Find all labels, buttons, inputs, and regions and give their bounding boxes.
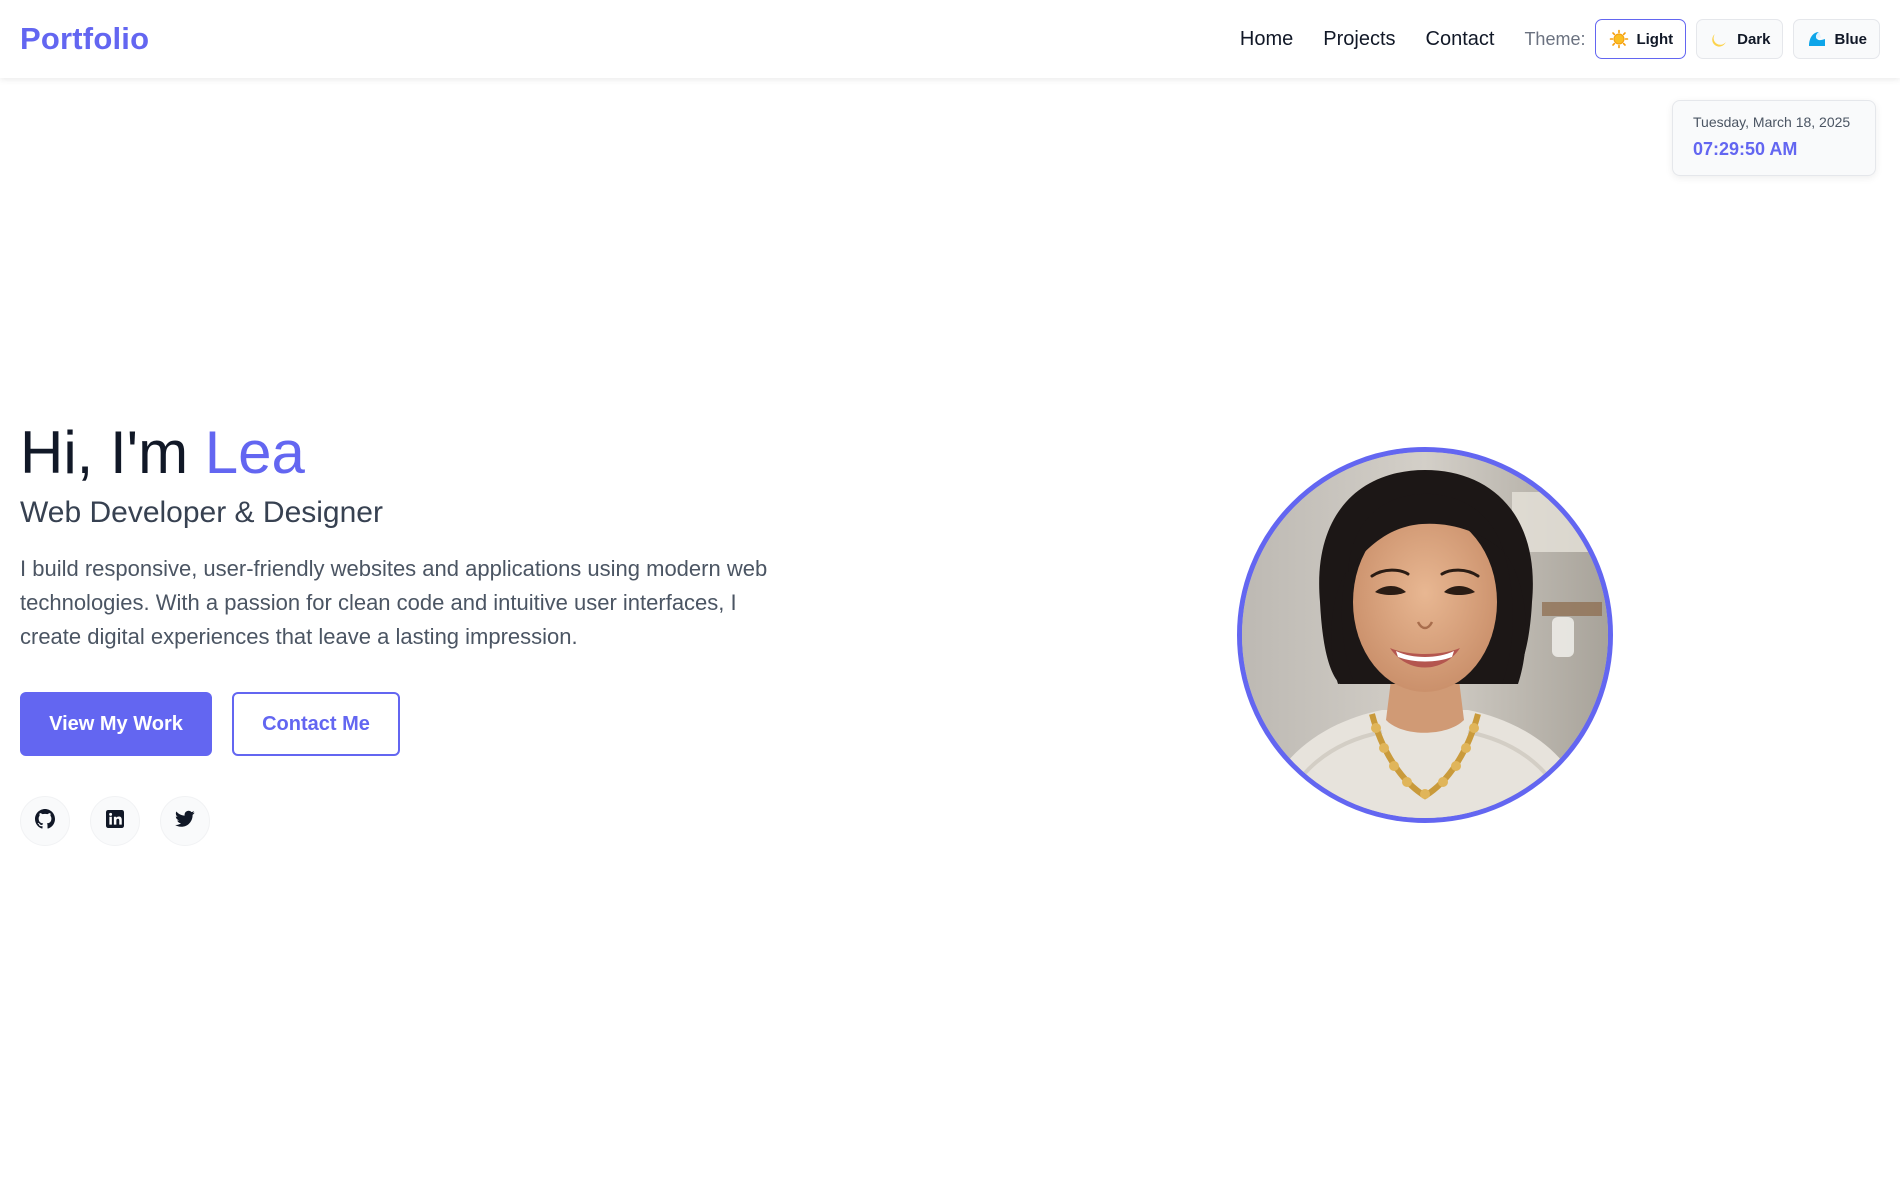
linkedin-icon: [106, 809, 124, 833]
contact-me-button[interactable]: Contact Me: [232, 692, 400, 756]
profile-photo: [1237, 447, 1613, 823]
theme-blue-label: Blue: [1834, 30, 1867, 48]
github-icon: [35, 808, 55, 834]
profile-illustration: [1242, 452, 1608, 818]
github-link[interactable]: [20, 796, 70, 846]
theme-label: Theme:: [1524, 28, 1586, 49]
theme-light-button[interactable]: Light: [1595, 19, 1687, 59]
clock-date: Tuesday, March 18, 2025: [1693, 114, 1851, 130]
theme-blue-button[interactable]: Blue: [1793, 19, 1880, 59]
hero-heading: Hi, I'm Lea: [20, 418, 780, 488]
social-links: [20, 796, 780, 846]
site-logo[interactable]: Portfolio: [20, 21, 149, 57]
wave-icon: [1806, 28, 1828, 50]
sun-icon: [1608, 28, 1630, 50]
main-nav: Home Projects Contact Theme: Light Dark …: [1240, 19, 1880, 59]
hero-description: I build responsive, user-friendly websit…: [20, 556, 768, 649]
nav-contact[interactable]: Contact: [1426, 28, 1495, 51]
hero-section: Hi, I'm Lea Web Developer & Designer I b…: [20, 418, 780, 846]
theme-dark-label: Dark: [1737, 30, 1771, 48]
datetime-widget: Tuesday, March 18, 2025 07:29:50 AM: [1672, 100, 1876, 176]
twitter-link[interactable]: [160, 796, 210, 846]
theme-dark-button[interactable]: Dark: [1696, 19, 1784, 59]
clock-time: 07:29:50 AM: [1693, 139, 1798, 159]
view-my-work-button[interactable]: View My Work: [20, 692, 212, 756]
hero-subtitle: Web Developer & Designer: [20, 496, 383, 529]
hero-name: Lea: [204, 419, 305, 486]
site-header: Portfolio Home Projects Contact Theme: L…: [0, 0, 1900, 78]
nav-projects[interactable]: Projects: [1323, 28, 1395, 51]
nav-home[interactable]: Home: [1240, 28, 1293, 51]
hero-buttons: View My Work Contact Me: [20, 692, 780, 756]
theme-light-label: Light: [1636, 30, 1674, 48]
hero-greeting: Hi, I'm: [20, 419, 205, 486]
linkedin-link[interactable]: [90, 796, 140, 846]
twitter-icon: [175, 810, 195, 833]
moon-icon: [1709, 28, 1731, 50]
